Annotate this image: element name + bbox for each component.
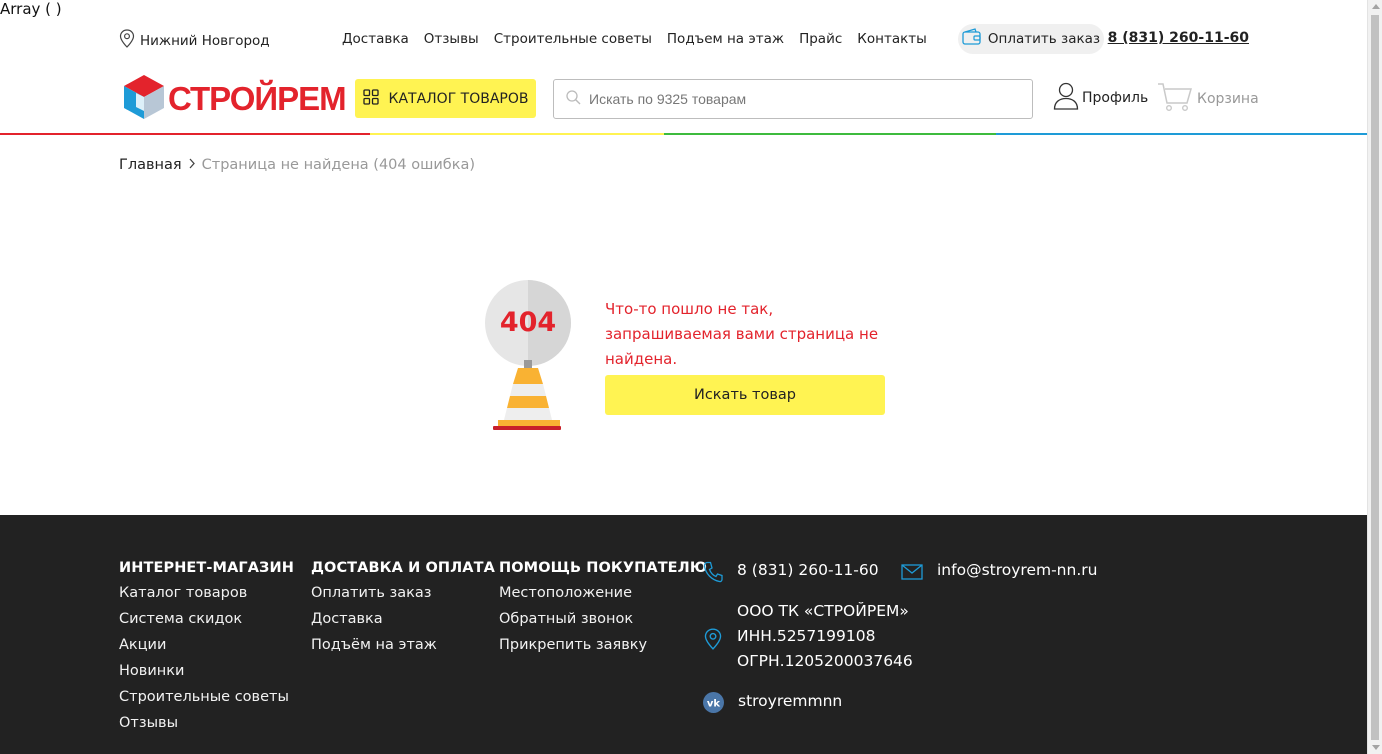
footer-link[interactable]: Система скидок <box>119 611 294 627</box>
footer-link[interactable]: Новинки <box>119 663 294 679</box>
location-pin-icon <box>703 628 723 654</box>
logo-text: СТРОЙРЕМ <box>168 80 347 117</box>
traffic-cone-404-icon: 404 <box>485 280 575 435</box>
footer-link[interactable]: Строительные советы <box>119 689 294 705</box>
divider-blue <box>996 133 1367 135</box>
footer-link[interactable]: Оплатить заказ <box>311 585 495 601</box>
footer-phone[interactable]: 8 (831) 260-11-60 <box>703 561 879 587</box>
company-name: ООО ТК «СТРОЙРЕМ» <box>737 602 909 620</box>
company-details: ООО ТК «СТРОЙРЕМ» ИНН.5257199108 ОГРН.12… <box>737 599 913 674</box>
nav-link-floor-lift[interactable]: Подъем на этаж <box>667 31 784 47</box>
footer-link[interactable]: Подъём на этаж <box>311 637 495 653</box>
footer-col-title: ПОМОЩЬ ПОКУПАТЕЛЮ <box>499 560 707 576</box>
nav-link-delivery[interactable]: Доставка <box>342 31 409 47</box>
top-nav: Доставка Отзывы Строительные советы Подъ… <box>342 31 927 47</box>
scroll-down-icon[interactable] <box>1372 745 1380 750</box>
not-found-block: 404 Что-то пошло не так, запрашиваемая в… <box>485 280 905 435</box>
footer-col-shop: ИНТЕРНЕТ-МАГАЗИН Каталог товаров Система… <box>119 560 294 741</box>
company-ogrn: ОГРН.1205200037646 <box>737 652 913 670</box>
footer-vk-text: stroyremmnn <box>738 692 843 710</box>
footer-email[interactable]: info@stroyrem-nn.ru <box>901 561 1097 584</box>
catalog-button[interactable]: КАТАЛОГ ТОВАРОВ <box>355 79 536 118</box>
divider-yellow <box>370 133 664 135</box>
cart-link[interactable]: Корзина <box>1157 82 1259 116</box>
nav-link-reviews[interactable]: Отзывы <box>424 31 479 47</box>
footer-link[interactable]: Местоположение <box>499 585 707 601</box>
breadcrumb-current: Страница не найдена (404 ошибка) <box>201 157 476 173</box>
debug-output: Array ( ) <box>0 0 62 18</box>
footer-col-help: ПОМОЩЬ ПОКУПАТЕЛЮ Местоположение Обратны… <box>499 560 707 663</box>
city-selector[interactable]: Нижний Новгород <box>119 29 270 52</box>
footer-link[interactable]: Обратный звонок <box>499 611 707 627</box>
footer-col-title: ДОСТАВКА И ОПЛАТА <box>311 560 495 576</box>
location-pin-icon <box>119 29 135 52</box>
pay-order-label: Оплатить заказ <box>987 31 1101 47</box>
grid-icon <box>362 88 379 109</box>
phone-icon <box>703 561 723 587</box>
scroll-up-icon[interactable] <box>1372 4 1380 9</box>
header: СТРОЙРЕМ КАТАЛОГ ТОВАРОВ Профиль Корзина <box>119 74 1259 124</box>
footer-phone-text: 8 (831) 260-11-60 <box>737 561 879 579</box>
breadcrumb-home[interactable]: Главная <box>119 157 182 173</box>
nav-link-contacts[interactable]: Контакты <box>857 31 926 47</box>
nav-link-price[interactable]: Прайс <box>799 31 842 47</box>
divider-red <box>0 133 370 135</box>
footer-link[interactable]: Отзывы <box>119 715 294 731</box>
search-box <box>553 79 1033 119</box>
footer-link[interactable]: Акции <box>119 637 294 653</box>
footer-link[interactable]: Прикрепить заявку <box>499 637 707 653</box>
divider-green <box>664 133 996 135</box>
footer-col-title: ИНТЕРНЕТ-МАГАЗИН <box>119 560 294 576</box>
logo-cube-icon <box>122 74 166 124</box>
city-label: Нижний Новгород <box>140 32 270 49</box>
cart-icon <box>1157 82 1193 116</box>
svg-text:vk: vk <box>707 699 721 710</box>
top-bar: Нижний Новгород Доставка Отзывы Строител… <box>119 24 1249 54</box>
profile-label: Профиль <box>1082 90 1149 106</box>
search-icon <box>566 89 581 109</box>
chevron-right-icon <box>188 157 196 173</box>
scrollbar-thumb[interactable] <box>1371 15 1379 740</box>
wallet-icon <box>962 28 982 50</box>
search-product-button[interactable]: Искать товар <box>605 375 885 415</box>
mail-icon <box>901 561 923 584</box>
user-icon <box>1053 82 1079 114</box>
footer-link[interactable]: Каталог товаров <box>119 585 294 601</box>
catalog-label: КАТАЛОГ ТОВАРОВ <box>388 90 529 107</box>
breadcrumb: Главная Страница не найдена (404 ошибка) <box>119 157 475 173</box>
footer-email-text: info@stroyrem-nn.ru <box>937 561 1098 579</box>
footer-link[interactable]: Доставка <box>311 611 495 627</box>
footer-vk-link[interactable]: vk stroyremmnn <box>703 692 842 717</box>
error-code: 404 <box>499 307 557 338</box>
not-found-message: Что-то пошло не так, запрашиваемая вами … <box>605 300 879 368</box>
vk-icon: vk <box>703 692 724 717</box>
logo[interactable]: СТРОЙРЕМ <box>122 74 347 124</box>
page-scrollbar[interactable] <box>1367 0 1382 754</box>
cart-label: Корзина <box>1197 91 1259 107</box>
profile-link[interactable]: Профиль <box>1053 82 1148 114</box>
company-inn: ИНН.5257199108 <box>737 627 876 645</box>
pay-order-button[interactable]: Оплатить заказ <box>958 24 1104 54</box>
color-divider <box>0 133 1367 135</box>
footer: ИНТЕРНЕТ-МАГАЗИН Каталог товаров Система… <box>0 515 1367 754</box>
footer-col-delivery: ДОСТАВКА И ОПЛАТА Оплатить заказ Доставк… <box>311 560 495 663</box>
nav-link-tips[interactable]: Строительные советы <box>494 31 652 47</box>
footer-company: ООО ТК «СТРОЙРЕМ» ИНН.5257199108 ОГРН.12… <box>703 599 913 674</box>
header-phone-link[interactable]: 8 (831) 260-11-60 <box>1108 30 1249 46</box>
search-input[interactable] <box>589 91 1009 107</box>
